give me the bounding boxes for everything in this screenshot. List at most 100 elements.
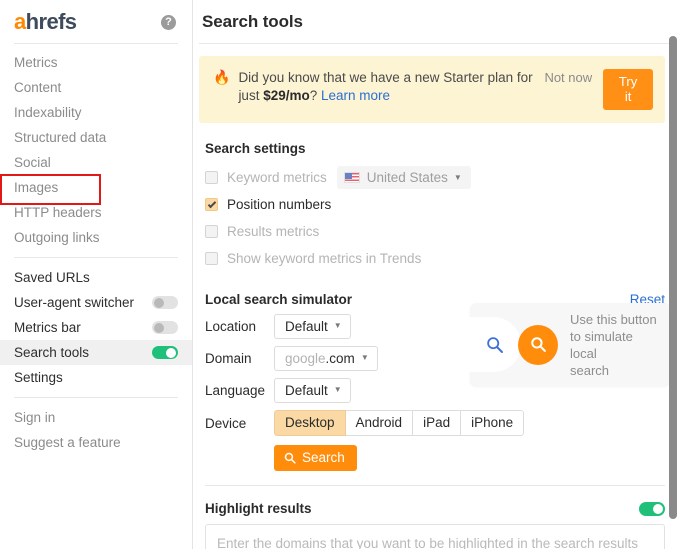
sidebar: ahrefs ? Metrics Content Indexability St… [0, 0, 193, 549]
country-selector[interactable]: United States ▼ [336, 166, 471, 189]
local-search-simulator-heading: Local search simulator [205, 292, 353, 307]
sidebar-item-sign-in[interactable]: Sign in [0, 405, 192, 430]
location-label: Location [205, 319, 257, 334]
chevron-down-icon: ▼ [453, 172, 462, 182]
sidebar-item-label: Search tools [14, 345, 90, 360]
fire-icon: 🔥 [213, 69, 231, 85]
vertical-scrollbar[interactable] [669, 36, 677, 519]
sidebar-item-label: Content [14, 80, 62, 95]
sidebar-item-http-headers[interactable]: HTTP headers [0, 200, 192, 225]
checkbox-keyword-metrics[interactable] [205, 171, 218, 184]
help-icon[interactable]: ? [161, 14, 176, 30]
country-label: United States [366, 170, 448, 185]
sidebar-item-outgoing-links[interactable]: Outgoing links [0, 225, 192, 250]
device-option-android[interactable]: Android [345, 410, 414, 436]
chevron-down-icon: ▼ [333, 385, 342, 394]
try-it-button[interactable]: Try it [603, 69, 653, 110]
domain-label: Domain [205, 351, 252, 366]
search-icon [284, 452, 296, 464]
domain-value-prefix: google [285, 350, 326, 366]
chevron-down-icon: ▼ [333, 321, 342, 330]
checkbox-show-keyword-metrics-in-trends[interactable] [205, 252, 218, 265]
sidebar-item-metrics-bar[interactable]: Metrics bar [0, 315, 192, 340]
sidebar-item-structured-data[interactable]: Structured data [0, 125, 192, 150]
sidebar-item-label: Images [14, 180, 59, 195]
domain-dropdown[interactable]: google .com ▼ [274, 346, 378, 371]
sidebar-item-label: Metrics bar [14, 320, 81, 335]
callout-line-1: Use this button [570, 311, 657, 327]
location-value: Default [285, 318, 328, 334]
sidebar-item-label: Saved URLs [14, 270, 90, 285]
device-option-desktop[interactable]: Desktop [274, 410, 346, 436]
toggle-knob [166, 347, 176, 358]
row-search-action: Search [199, 445, 673, 471]
us-flag-icon [343, 172, 360, 183]
search-icon [487, 336, 503, 353]
logo-rest: hrefs [25, 9, 77, 34]
checkbox-label: Keyword metrics [227, 170, 327, 185]
sidebar-item-label: User-agent switcher [14, 295, 135, 310]
toggle-knob [154, 322, 164, 333]
section-divider [205, 485, 665, 486]
setting-row-results-metrics: Results metrics [199, 218, 673, 245]
device-option-ipad[interactable]: iPad [413, 410, 462, 436]
learn-more-link[interactable]: Learn more [321, 88, 390, 103]
callout-white-bubble [469, 317, 521, 372]
sidebar-item-saved-urls[interactable]: Saved URLs [0, 265, 192, 290]
sidebar-item-label: Settings [14, 370, 63, 385]
device-segmented-control: Desktop Android iPad iPhone [274, 410, 525, 436]
logo-accent: a [14, 9, 26, 34]
ahrefs-logo[interactable]: ahrefs [14, 9, 77, 34]
row-device: Device Desktop Android iPad iPhone [199, 410, 673, 436]
sidebar-item-indexability[interactable]: Indexability [0, 100, 192, 125]
device-option-iphone[interactable]: iPhone [461, 410, 525, 436]
checkbox-label: Results metrics [227, 224, 320, 239]
location-dropdown[interactable]: Default ▼ [274, 314, 351, 339]
toggle-search-tools[interactable] [152, 346, 178, 359]
sidebar-group-3: Sign in Suggest a feature [0, 405, 192, 455]
setting-row-show-keyword-metrics-in-trends: Show keyword metrics in Trends [199, 245, 673, 272]
sidebar-item-user-agent-switcher[interactable]: User-agent switcher [0, 290, 192, 315]
not-now-button[interactable]: Not now [544, 70, 592, 85]
sidebar-item-label: Outgoing links [14, 230, 100, 245]
sidebar-item-settings[interactable]: Settings [0, 365, 192, 390]
sidebar-item-search-tools[interactable]: Search tools [0, 340, 192, 365]
callout-line-2: to simulate local [570, 328, 633, 361]
highlight-results-header: Highlight results [205, 501, 665, 516]
device-label: Device [205, 415, 247, 431]
toggle-highlight-results[interactable] [639, 501, 665, 516]
checkbox-results-metrics[interactable] [205, 225, 218, 238]
app-root: ahrefs ? Metrics Content Indexability St… [0, 0, 679, 549]
sidebar-item-label: Social [14, 155, 51, 170]
search-button[interactable]: Search [274, 445, 357, 471]
search-icon [530, 337, 546, 352]
highlight-domains-input[interactable]: Enter the domains that you want to be hi… [205, 524, 665, 549]
search-button-label: Search [302, 450, 345, 465]
language-label: Language [205, 383, 266, 398]
checkbox-position-numbers[interactable] [205, 198, 218, 211]
sidebar-item-label: HTTP headers [14, 205, 102, 220]
setting-row-position-numbers: Position numbers [199, 191, 673, 218]
toggle-user-agent-switcher[interactable] [152, 296, 178, 309]
sidebar-item-label: Sign in [14, 410, 56, 425]
language-dropdown[interactable]: Default ▼ [274, 378, 351, 403]
sidebar-item-content[interactable]: Content [0, 75, 192, 100]
sidebar-item-metrics[interactable]: Metrics [0, 50, 192, 75]
sidebar-item-suggest-a-feature[interactable]: Suggest a feature [0, 430, 192, 455]
sidebar-group-2: Saved URLs User-agent switcher Metrics b… [0, 265, 192, 390]
sidebar-item-social[interactable]: Social [0, 150, 192, 175]
chevron-down-icon: ▼ [360, 353, 369, 362]
toggle-knob [653, 503, 663, 514]
toggle-metrics-bar[interactable] [152, 321, 178, 334]
sidebar-item-label: Structured data [14, 130, 107, 145]
callout-orange-search-button[interactable] [518, 324, 558, 365]
check-icon [207, 199, 216, 208]
search-simulator-callout: Use this button to simulate local search [469, 303, 670, 386]
promo-price: $29/mo [263, 88, 310, 103]
toggle-knob [154, 297, 164, 308]
callout-text: Use this button to simulate local search [570, 311, 658, 379]
callout-line-3: search [570, 362, 610, 378]
sidebar-item-images[interactable]: Images [0, 174, 192, 205]
